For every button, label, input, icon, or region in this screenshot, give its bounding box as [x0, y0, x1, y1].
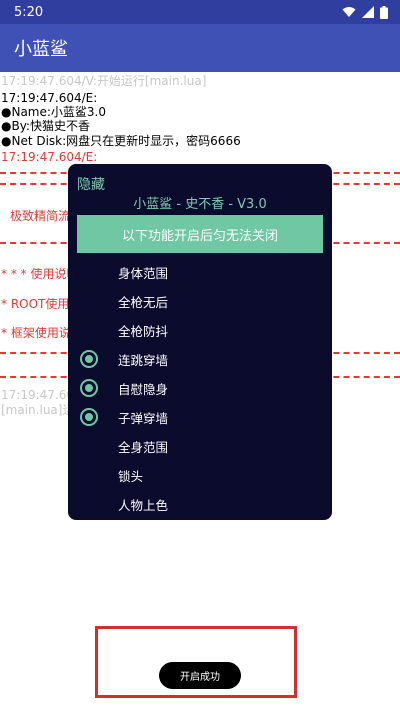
log-line: 17:19:47.60	[1, 388, 74, 402]
feature-option-label: 全身范围	[118, 440, 169, 455]
battery-icon	[380, 5, 388, 19]
feature-option-label: 锁头	[118, 469, 144, 484]
feature-option-label: 全枪防抖	[118, 324, 169, 339]
feature-option-label: 身体范围	[118, 266, 169, 281]
wifi-icon	[342, 7, 356, 17]
radio-checked-icon	[80, 350, 98, 368]
log-line: * 框架使用说	[1, 326, 71, 340]
feature-dialog: 隐藏 小蓝鲨 - 史不香 - V3.0 以下功能开启后匀无法关闭 身体范围全枪无…	[68, 164, 332, 520]
feature-option[interactable]: 子弹穿墙	[68, 403, 332, 431]
hide-button[interactable]: 隐藏	[77, 174, 105, 194]
feature-option[interactable]: 全枪无后	[68, 287, 332, 315]
feature-option[interactable]: 连跳穿墙	[68, 345, 332, 373]
log-line: 17:19:47.604/E:	[1, 91, 98, 105]
dialog-title: 小蓝鲨 - 史不香 - V3.0	[133, 197, 267, 212]
feature-option-label: 自慰隐身	[118, 382, 169, 397]
feature-option-label: 子弹穿墙	[118, 411, 169, 426]
status-bar: 5:20	[0, 0, 400, 24]
radio-checked-icon	[80, 379, 98, 397]
toast-message: 开启成功	[159, 662, 241, 689]
log-line: * * * 使用说明	[1, 267, 79, 281]
log-line: * ROOT使用	[1, 297, 70, 311]
log-line: [main.lua]运	[1, 403, 75, 417]
feature-option[interactable]: 自慰隐身	[68, 374, 332, 402]
feature-option-label: 人物上色	[118, 498, 169, 513]
feature-option[interactable]: 身体范围	[68, 258, 332, 286]
feature-option[interactable]: 锁头	[68, 461, 332, 489]
log-line: ●Name:小蓝鲨3.0	[1, 105, 107, 119]
log-line: 17:19:47.604/V:开始运行[main.lua]	[1, 74, 207, 88]
log-line: ●Net Disk:网盘只在更新时显示，密码6666	[1, 134, 241, 148]
log-line: 17:19:47.604/E:	[1, 150, 98, 164]
feature-option-label: 连跳穿墙	[118, 353, 169, 368]
feature-option[interactable]: 人物上色	[68, 490, 332, 518]
radio-checked-icon	[80, 408, 98, 426]
dialog-banner: 以下功能开启后匀无法关闭	[77, 215, 323, 253]
status-time: 5:20	[14, 4, 44, 20]
feature-option[interactable]: 全枪防抖	[68, 316, 332, 344]
status-icons	[342, 5, 388, 19]
log-line: ●By:快猫史不香	[1, 119, 90, 133]
feature-option[interactable]: 全身范围	[68, 432, 332, 460]
feature-option-label: 全枪无后	[118, 295, 169, 310]
log-line: 极致精简流	[10, 209, 71, 223]
signal-icon	[362, 6, 374, 18]
app-title: 小蓝鲨	[14, 39, 68, 60]
app-bar: 小蓝鲨	[0, 24, 400, 72]
